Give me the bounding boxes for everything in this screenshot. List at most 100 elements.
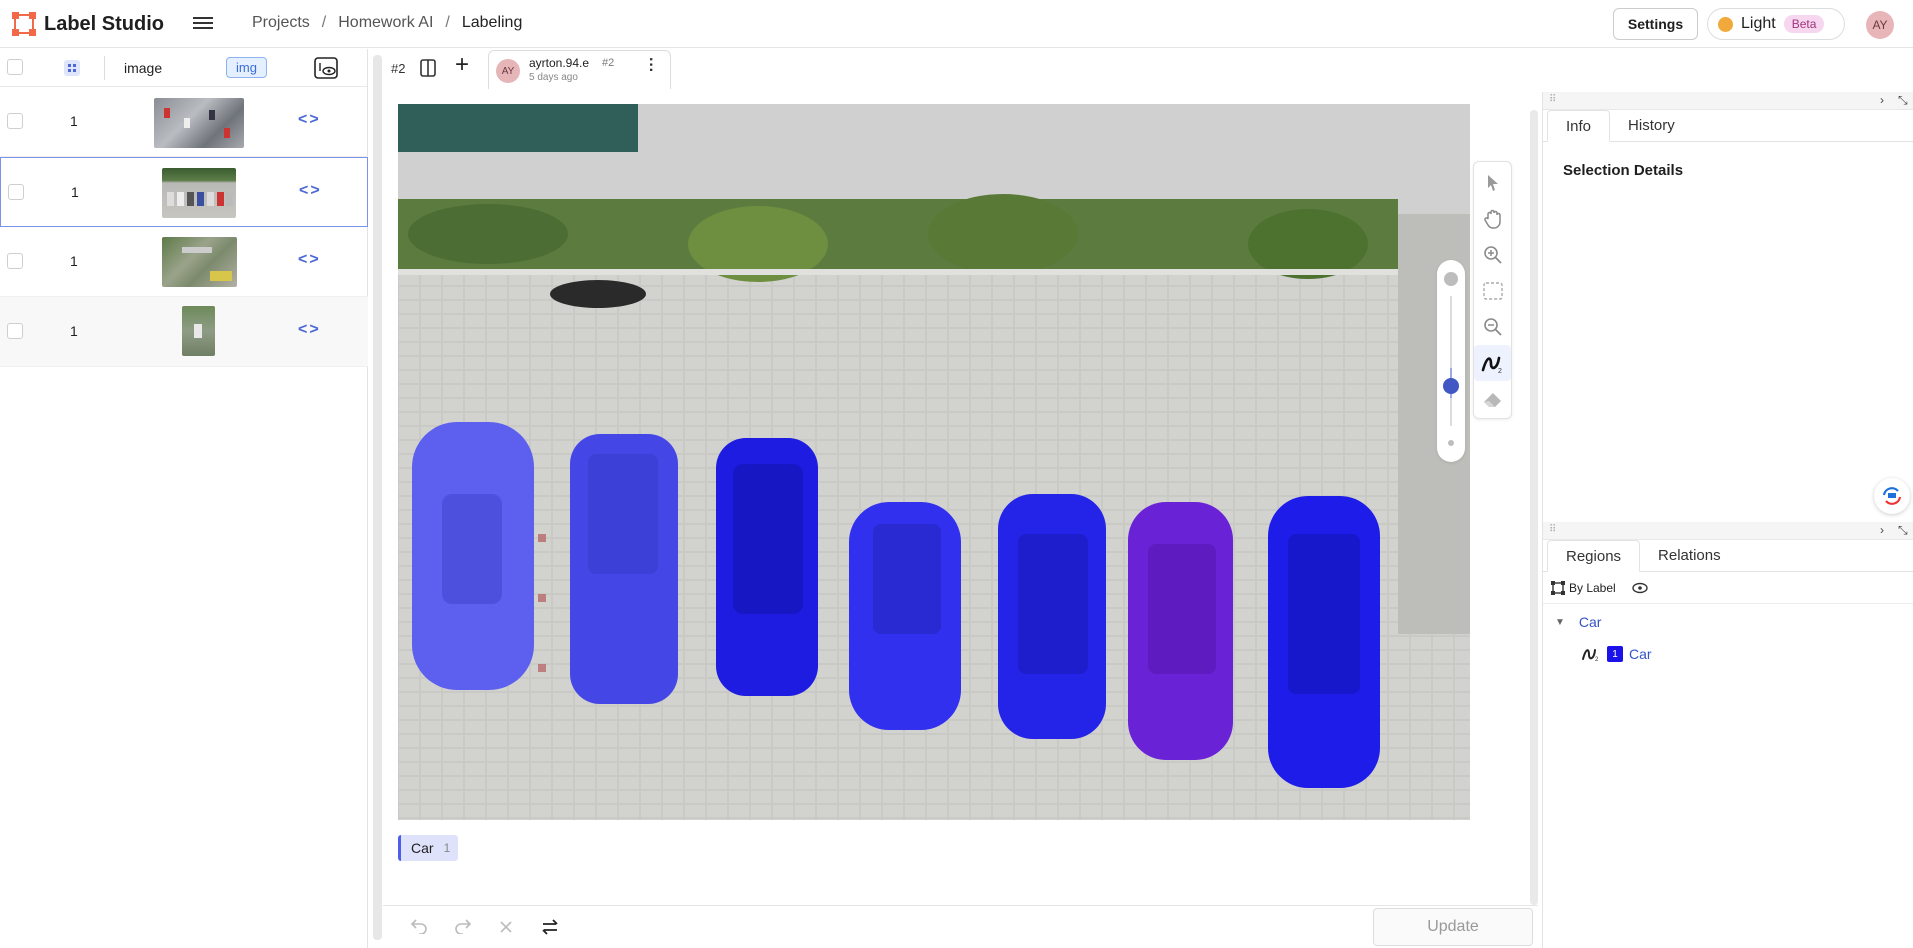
code-icon[interactable]: <> (298, 321, 321, 339)
undo-icon[interactable] (410, 918, 428, 934)
user-avatar[interactable]: AY (1866, 11, 1894, 39)
row-checkbox[interactable] (7, 323, 23, 339)
annotation-tab[interactable]: AY ayrton.94.e #2 5 days ago ··· (488, 50, 671, 89)
breadcrumb-current: Labeling (461, 14, 523, 31)
row-checkbox[interactable] (7, 113, 23, 129)
theme-label: Light (1741, 15, 1776, 32)
visibility-icon[interactable] (1632, 582, 1648, 594)
task-row[interactable]: 1 <> (0, 227, 368, 297)
annotated-image (398, 104, 1470, 820)
zoom-in-tool[interactable] (1474, 237, 1511, 273)
tab-relations[interactable]: Relations (1640, 540, 1739, 571)
breadcrumb-separator: / (321, 14, 327, 31)
list-scrollbar[interactable] (373, 55, 382, 940)
select-tool[interactable] (1474, 165, 1511, 201)
info-tabs: Info History (1543, 110, 1913, 142)
annotation-time: 5 days ago (529, 72, 578, 83)
zoom-out-tool[interactable] (1474, 309, 1511, 345)
eraser-icon (1483, 393, 1501, 407)
regions-toolbar: By Label (1543, 572, 1913, 604)
task-row[interactable]: 1 <> (0, 297, 368, 367)
annotation-count: 1 (70, 253, 78, 269)
bottom-toolbar (383, 905, 1538, 948)
panel-header[interactable]: ⠿ › ⤡ (1543, 92, 1913, 110)
regions-panel: ⠿ › ⤡ Regions Relations By Label ▼ Car 2… (1542, 522, 1913, 948)
breadcrumb-separator: / (445, 14, 450, 31)
tab-info[interactable]: Info (1547, 110, 1611, 142)
region-group-car[interactable]: ▼ Car (1543, 604, 1913, 640)
add-annotation-icon[interactable]: + (455, 53, 469, 77)
row-checkbox[interactable] (7, 253, 23, 269)
collapse-icon[interactable]: › (1880, 93, 1884, 107)
swap-icon[interactable] (541, 918, 559, 936)
split-view-icon[interactable] (420, 59, 436, 77)
brush-size-slider[interactable] (1437, 260, 1465, 462)
eraser-tool[interactable] (1474, 381, 1511, 417)
tab-history[interactable]: History (1610, 110, 1693, 141)
canvas-scrollbar[interactable] (1530, 110, 1538, 905)
fit-tool[interactable] (1474, 273, 1511, 309)
slider-handle[interactable] (1443, 378, 1459, 394)
hand-icon (1483, 209, 1501, 229)
region-item[interactable]: 2 1 Car (1543, 640, 1913, 662)
column-image[interactable]: image (124, 60, 162, 76)
expand-icon[interactable]: ⤡ (1898, 523, 1908, 538)
expand-icon[interactable]: ⤡ (1898, 93, 1908, 108)
menu-icon[interactable] (193, 14, 213, 32)
pointer-icon (1487, 175, 1498, 191)
task-thumbnail (162, 237, 237, 287)
breadcrumb: Projects / Homework AI / Labeling (252, 14, 522, 32)
info-panel: ⠿ › ⤡ Info History Selection Details (1542, 92, 1913, 522)
redo-icon[interactable] (454, 918, 472, 934)
svg-text:2: 2 (1498, 368, 1502, 374)
task-row[interactable]: 1 <> (0, 87, 368, 157)
annotation-count: 1 (70, 323, 78, 339)
group-by-label: By Label (1569, 580, 1616, 595)
theme-toggle[interactable]: Light Beta (1707, 8, 1845, 40)
beta-badge: Beta (1783, 15, 1825, 33)
image-canvas[interactable] (398, 104, 1470, 820)
task-thumbnail (154, 98, 244, 148)
breadcrumb-project[interactable]: Homework AI (338, 14, 433, 32)
label-car[interactable]: Car 1 (398, 835, 459, 861)
svg-text:2: 2 (1595, 657, 1599, 662)
region-group-label: Car (1578, 614, 1602, 630)
sun-icon (1718, 16, 1733, 32)
more-options-icon[interactable]: ··· (642, 57, 659, 73)
brush-region-icon: 2 (1582, 649, 1599, 662)
panel-header[interactable]: ⠿ › ⤡ (1543, 522, 1913, 540)
settings-button[interactable]: Settings (1613, 8, 1698, 40)
collapse-icon[interactable]: › (1880, 523, 1884, 537)
top-header: Label Studio Projects / Homework AI / La… (0, 0, 1913, 48)
zoom-in-icon (1483, 246, 1502, 264)
update-button[interactable]: Update (1373, 908, 1533, 946)
preview-toggle-icon[interactable] (314, 57, 338, 79)
task-row[interactable]: 1 <> (0, 157, 368, 227)
tab-regions[interactable]: Regions (1547, 540, 1641, 572)
code-icon[interactable]: <> (299, 182, 322, 200)
tools-toolbar: 2 (1473, 161, 1512, 419)
select-all-checkbox[interactable] (7, 59, 23, 75)
drag-handle-icon[interactable]: ⠿ (1549, 524, 1556, 535)
task-list-header: image img (0, 49, 367, 87)
grid-icon[interactable] (64, 60, 80, 76)
app-logo[interactable]: Label Studio (12, 12, 164, 36)
group-by-label-button[interactable]: By Label (1551, 580, 1616, 595)
pan-tool[interactable] (1474, 201, 1511, 237)
annotator-name: ayrton.94.e (529, 56, 590, 70)
feedback-widget[interactable] (1874, 478, 1910, 514)
breadcrumb-projects[interactable]: Projects (252, 14, 310, 32)
caret-down-icon[interactable]: ▼ (1555, 617, 1565, 628)
selection-details-title: Selection Details (1563, 162, 1684, 179)
row-checkbox[interactable] (8, 184, 24, 200)
large-size-icon (1444, 272, 1458, 286)
code-icon[interactable]: <> (298, 251, 321, 269)
annotation-count: 1 (71, 184, 79, 200)
annotation-id: #2 (602, 57, 615, 69)
code-icon[interactable]: <> (298, 111, 321, 129)
brush-tool[interactable]: 2 (1474, 345, 1511, 381)
slider-track (1450, 296, 1452, 426)
drag-handle-icon[interactable]: ⠿ (1549, 94, 1556, 105)
annotator-avatar: AY (496, 59, 520, 83)
reset-icon[interactable] (499, 920, 513, 934)
